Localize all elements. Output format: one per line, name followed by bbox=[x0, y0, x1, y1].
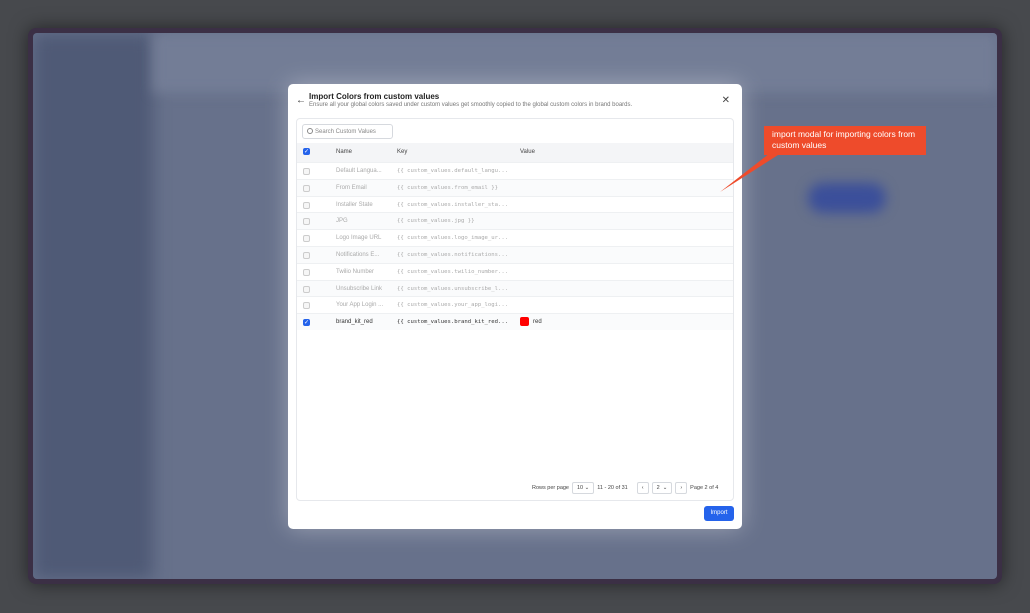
annotation-arrow bbox=[720, 153, 778, 192]
annotation-callout: import modal for importing colors from c… bbox=[764, 126, 926, 155]
